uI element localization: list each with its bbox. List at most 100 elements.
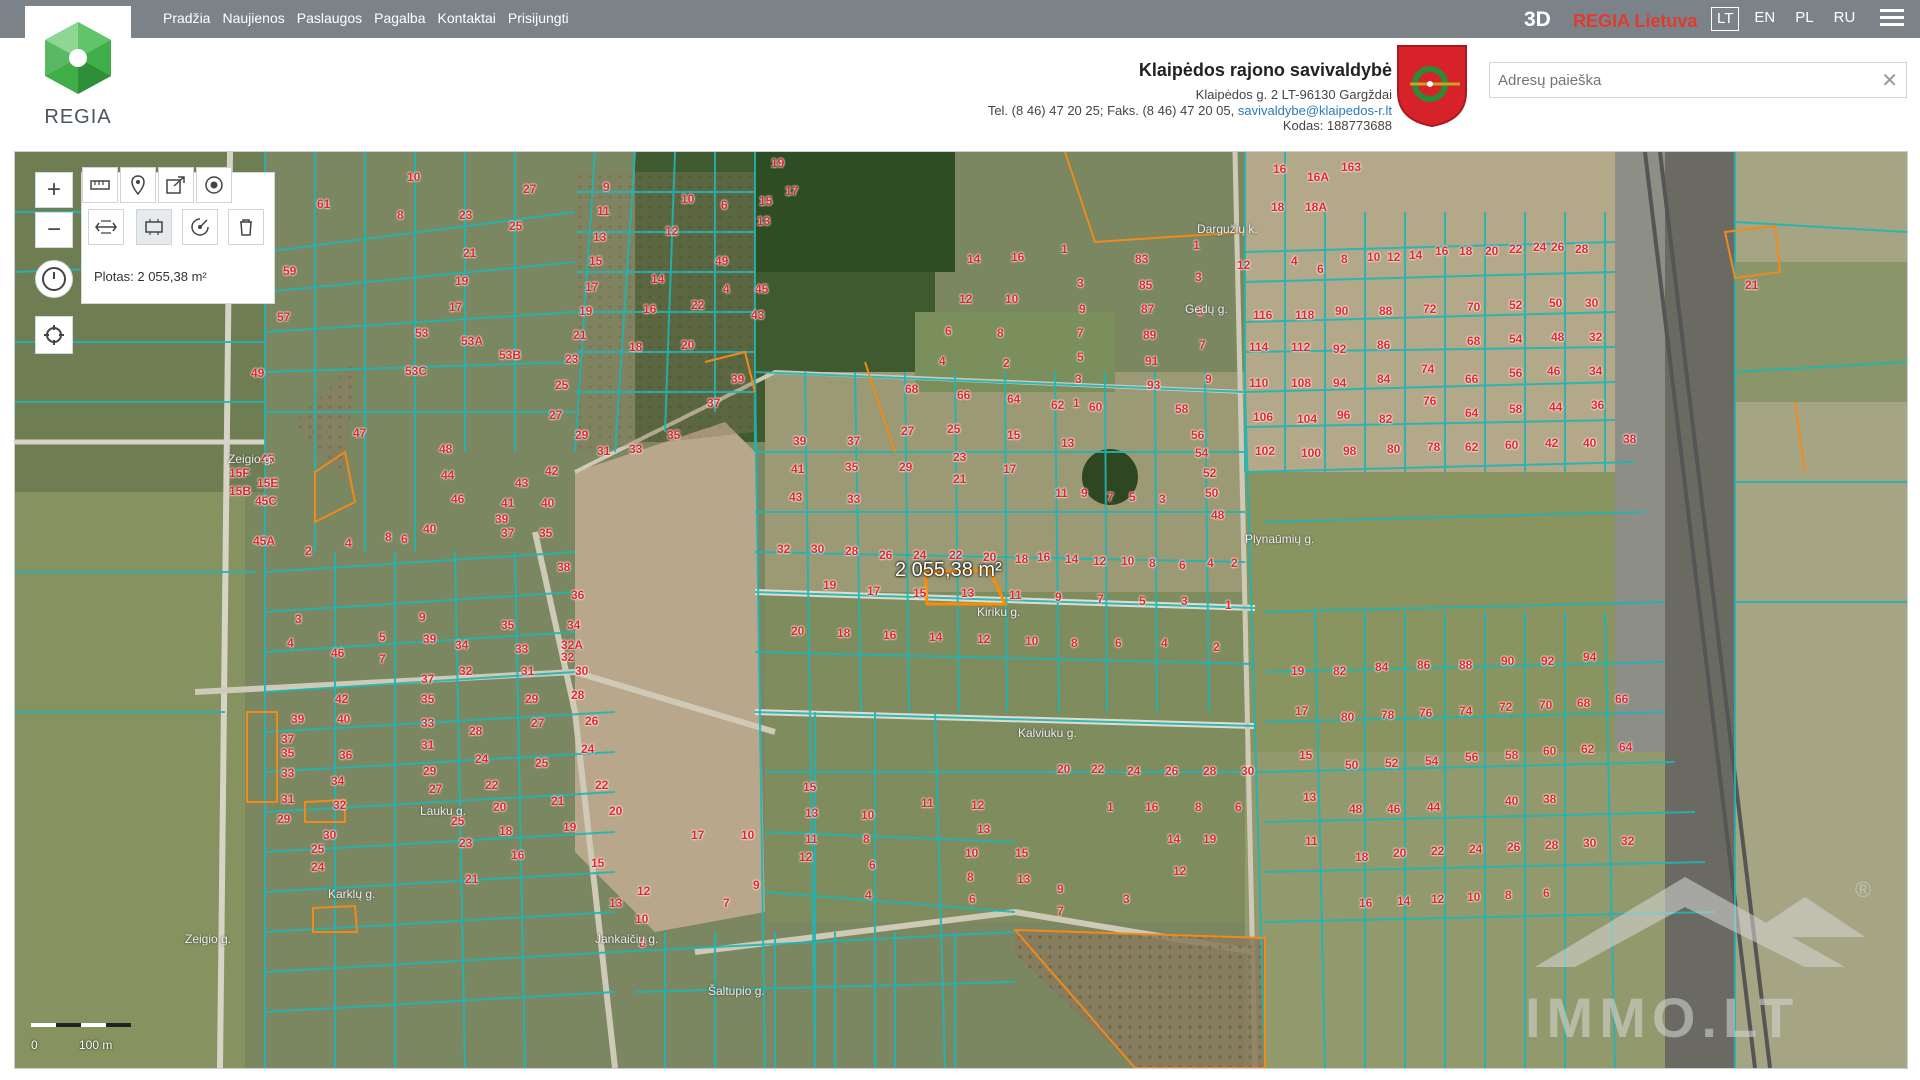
parcel-number: 12 bbox=[665, 224, 679, 238]
share-tool-button[interactable] bbox=[158, 167, 194, 203]
nav-pradzia[interactable]: Pradžia bbox=[157, 0, 216, 38]
3d-button[interactable]: 3D bbox=[1524, 8, 1551, 32]
parcel-number: 40 bbox=[1583, 436, 1597, 450]
parcel-number: 90 bbox=[1501, 654, 1515, 668]
parcel-number: 4 bbox=[865, 888, 872, 902]
history-button[interactable] bbox=[35, 260, 73, 298]
parcel-number: 10 bbox=[635, 912, 649, 926]
parcel-number: 47 bbox=[353, 426, 367, 440]
nav-paslaugos[interactable]: Paslaugos bbox=[291, 0, 368, 38]
parcel-number: 19 bbox=[823, 578, 837, 592]
nav-naujienos[interactable]: Naujienos bbox=[216, 0, 290, 38]
parcel-number: 9 bbox=[753, 878, 760, 892]
parcel-number: 10 bbox=[1467, 890, 1481, 904]
hamburger-menu-icon[interactable] bbox=[1880, 9, 1904, 29]
parcel-number: 50 bbox=[1205, 486, 1219, 500]
parcel-number: 26 bbox=[585, 714, 599, 728]
parcel-number: 16 bbox=[1359, 896, 1373, 910]
regia-logo[interactable]: REGIA bbox=[25, 6, 131, 146]
address-search-input[interactable] bbox=[1490, 63, 1876, 97]
parcel-number: 70 bbox=[1539, 698, 1553, 712]
watermark-text: IMMO.LT bbox=[1525, 986, 1799, 1049]
parcel-number: 19 bbox=[1203, 832, 1217, 846]
parcel-number: 15E bbox=[257, 476, 279, 490]
parcel-number: 12 bbox=[1237, 258, 1251, 272]
measure-tool-button[interactable] bbox=[82, 167, 118, 203]
map-canvas[interactable]: 2 055,38 m² 61 10 27 8 23 25 21 19 17 53 53A 53B 53C… bbox=[14, 151, 1908, 1069]
parcel-number: 30 bbox=[1241, 764, 1255, 778]
parcel-number: 68 bbox=[905, 382, 919, 396]
municipality-email[interactable]: savivaldybe@klaipedos-r.lt bbox=[1238, 103, 1392, 118]
parcel-number: 23 bbox=[459, 836, 473, 850]
parcel-number: 62 bbox=[1465, 440, 1479, 454]
parcel-number: 74 bbox=[1459, 704, 1473, 718]
parcel-number: 5 bbox=[1077, 350, 1084, 364]
street-label: Gedų g. bbox=[1185, 302, 1228, 316]
parcel-number: 8 bbox=[997, 326, 1004, 340]
regia-lietuva-link[interactable]: REGIA Lietuva bbox=[1573, 11, 1697, 32]
zoom-out-button[interactable]: − bbox=[35, 212, 73, 248]
parcel-number: 30 bbox=[1583, 836, 1597, 850]
parcel-number: 11 bbox=[1009, 588, 1022, 602]
nav-prisijungti[interactable]: Prisijungti bbox=[502, 0, 575, 38]
parcel-number: 27 bbox=[549, 408, 563, 422]
parcel-number: 38 bbox=[1623, 432, 1637, 446]
immo-watermark: IMMO.LT ® bbox=[1515, 867, 1895, 1067]
target-tool-button[interactable] bbox=[196, 167, 232, 203]
parcel-number: 40 bbox=[1505, 794, 1519, 808]
parcel-number: 56 bbox=[1191, 428, 1205, 442]
parcel-number: 11 bbox=[1055, 486, 1068, 500]
parcel-number: 9 bbox=[1081, 486, 1088, 500]
locate-button[interactable] bbox=[35, 316, 73, 354]
clear-search-icon[interactable]: ✕ bbox=[1881, 68, 1898, 93]
marker-tool-button[interactable] bbox=[120, 167, 156, 203]
parcel-number: 9 bbox=[1079, 302, 1086, 316]
parcel-number: 35 bbox=[667, 428, 681, 442]
delete-measure-button[interactable] bbox=[228, 209, 264, 245]
parcel-number: 12 bbox=[1093, 554, 1107, 568]
parcel-number: 17 bbox=[785, 184, 799, 198]
parcel-number: 6 bbox=[969, 892, 976, 906]
parcel-number: 16 bbox=[1435, 244, 1449, 258]
parcel-number: 27 bbox=[531, 716, 545, 730]
parcel-number: 35 bbox=[421, 692, 435, 706]
parcel-number: 8 bbox=[1195, 800, 1202, 814]
parcel-number: 37 bbox=[707, 396, 721, 410]
parcel-number: 14 bbox=[1397, 894, 1411, 908]
coat-of-arms-icon bbox=[1397, 45, 1467, 128]
parcel-number: 26 bbox=[1551, 240, 1565, 254]
parcel-number: 46 bbox=[451, 492, 465, 506]
parcel-number: 56 bbox=[1509, 366, 1523, 380]
zoom-in-button[interactable]: + bbox=[35, 172, 73, 208]
parcel-number: 13 bbox=[609, 896, 623, 910]
parcel-number: 6 bbox=[1179, 558, 1186, 572]
parcel-number: 108 bbox=[1291, 376, 1312, 390]
parcel-number: 53C bbox=[405, 364, 428, 378]
lang-ru[interactable]: RU bbox=[1829, 7, 1861, 31]
parcel-number: 54 bbox=[1195, 446, 1209, 460]
parcel-number: 12 bbox=[971, 798, 985, 812]
measure-area-button[interactable] bbox=[136, 209, 172, 245]
parcel-number: 12 bbox=[799, 850, 813, 864]
nav-kontaktai[interactable]: Kontaktai bbox=[432, 0, 502, 38]
parcel-number: 39 bbox=[731, 372, 745, 386]
lang-pl[interactable]: PL bbox=[1790, 7, 1818, 31]
parcel-number: 85 bbox=[1139, 278, 1153, 292]
crosshair-icon bbox=[44, 325, 64, 345]
parcel-number: 41 bbox=[791, 462, 805, 476]
parcel-number: 54 bbox=[1509, 332, 1523, 346]
lang-lt[interactable]: LT bbox=[1711, 7, 1740, 31]
parcel-number: 21 bbox=[573, 328, 587, 342]
parcel-number: 4 bbox=[287, 636, 294, 650]
street-label: Zeigio g. bbox=[228, 452, 275, 466]
scale-bar-graphic bbox=[31, 1023, 131, 1027]
parcel-number: 33 bbox=[629, 442, 643, 456]
measure-radius-button[interactable] bbox=[182, 209, 218, 245]
nav-pagalba[interactable]: Pagalba bbox=[368, 0, 431, 38]
measure-distance-button[interactable] bbox=[88, 209, 124, 245]
parcel-number: 42 bbox=[335, 692, 349, 706]
parcel-number: 35 bbox=[281, 746, 295, 760]
parcel-number: 20 bbox=[1485, 244, 1499, 258]
parcel-number: 11 bbox=[597, 204, 610, 218]
lang-en[interactable]: EN bbox=[1749, 7, 1780, 31]
